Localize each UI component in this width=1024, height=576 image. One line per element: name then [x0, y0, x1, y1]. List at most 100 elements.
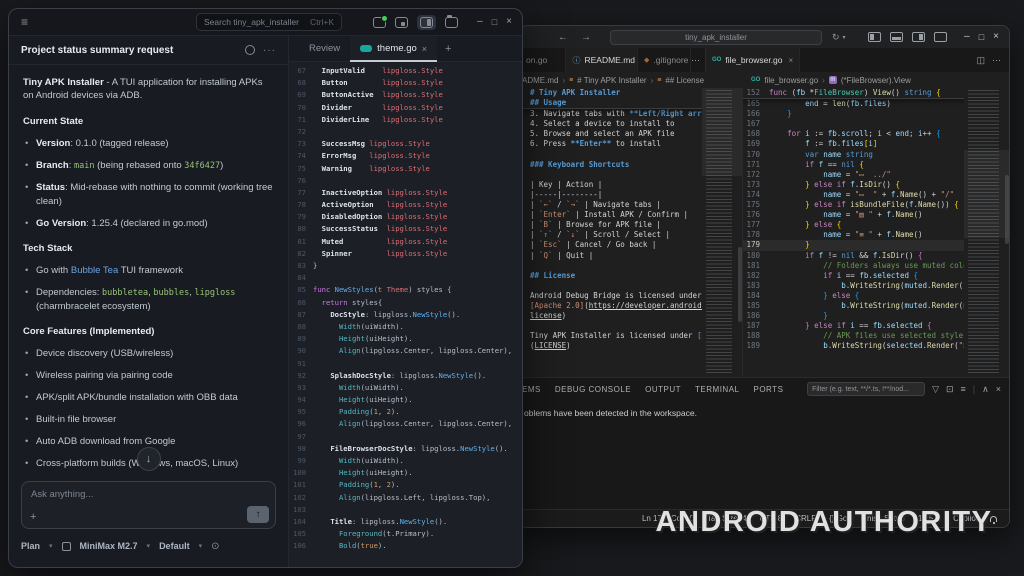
line-number: 171	[743, 160, 769, 170]
profile-selector[interactable]: Default	[159, 541, 190, 551]
problems-filter-input[interactable]: Filter (e.g. text, **/*.ts, !**/nod...	[807, 382, 925, 396]
breadcrumb-file[interactable]: ADME.md	[522, 76, 558, 85]
tab-theme-go[interactable]: theme.go ×	[350, 36, 437, 61]
scrollbar-thumb[interactable]	[1005, 175, 1009, 244]
scrollbar-thumb[interactable]	[738, 247, 742, 322]
maximize-button[interactable]: □	[979, 33, 984, 42]
tab-label: README.md	[584, 55, 635, 65]
close-tab-icon[interactable]: ×	[789, 56, 794, 65]
thread-status-icon[interactable]	[245, 45, 255, 55]
command-center-search[interactable]: tiny_apk_installer	[610, 30, 822, 45]
line-number: 90	[289, 345, 313, 357]
line-number: 170	[743, 150, 769, 160]
line-number: 83	[289, 260, 313, 272]
chevron-down-icon[interactable]: ▾	[843, 34, 846, 41]
panel-tab[interactable]: DEBUG CONSOLE	[555, 385, 631, 394]
line-number: 186	[743, 311, 769, 321]
close-button[interactable]: ×	[993, 32, 999, 42]
back-icon[interactable]: ←	[558, 32, 568, 43]
breadcrumb-symbol[interactable]: (*FileBrowser).View	[841, 76, 911, 85]
minimize-button[interactable]: –	[964, 32, 970, 42]
refresh-icon[interactable]: ↻	[832, 32, 840, 43]
chat-paragraph: APK/split APK/bundle installation with O…	[23, 391, 274, 404]
minimap-slider[interactable]	[702, 88, 742, 176]
view-as-table-icon[interactable]: ⊡	[946, 384, 954, 395]
breadcrumb-file[interactable]: file_browser.go	[764, 76, 818, 85]
tab-gitignore[interactable]: ◆ .gitignore	[638, 48, 691, 72]
split-editor-icon[interactable]: ◫	[976, 55, 985, 66]
minimap[interactable]	[702, 88, 742, 377]
filter-icon[interactable]: ▽	[932, 384, 939, 395]
code-line: 70 Divider lipgloss.Style	[289, 102, 522, 114]
tab-on-go[interactable]: on.go	[520, 48, 566, 72]
breadcrumb-section[interactable]: ## License	[665, 76, 704, 85]
line-number: 152	[743, 88, 769, 98]
minimize-button[interactable]: –	[477, 17, 483, 27]
chevron-down-icon: ▾	[199, 542, 203, 550]
panel-tab[interactable]: TERMINAL	[695, 385, 739, 394]
line-number: 101	[289, 479, 313, 491]
maximize-panel-icon[interactable]: ∧	[982, 384, 989, 395]
line-number: 175	[743, 200, 769, 210]
close-button[interactable]: ×	[506, 17, 512, 27]
more-actions-icon[interactable]: ⋯	[992, 55, 1001, 66]
panel-tab[interactable]: OUTPUT	[645, 385, 681, 394]
model-selector[interactable]: MiniMax M2.7	[80, 541, 138, 551]
line-number: 179	[743, 240, 769, 250]
go-editor-pane[interactable]: 152func (fb *FileBrowser) View() string …	[743, 88, 1009, 377]
maximize-button[interactable]: □	[492, 18, 497, 27]
thread-menu-icon[interactable]: ···	[263, 45, 276, 56]
new-tab-icon[interactable]: +	[445, 43, 451, 55]
panel-tab[interactable]: EMS	[522, 385, 541, 394]
minimap-slider[interactable]	[964, 150, 1009, 238]
readme-editor-pane[interactable]: # Tiny APK Installer## Usage 3. Navigate…	[520, 88, 743, 377]
update-available-icon[interactable]	[373, 17, 386, 28]
tab-review[interactable]: Review	[299, 43, 350, 54]
tab-readme[interactable]: ⓘ README.md ×	[566, 48, 638, 72]
tab-file-browser-go[interactable]: GO file_browser.go ×	[706, 48, 800, 72]
thinking-effort-icon[interactable]: ⊙	[211, 541, 219, 552]
toggle-right-dock-button[interactable]	[417, 15, 436, 30]
vscode-tab-bar: on.go ⓘ README.md × ◆ .gitignore ⋯ GO fi…	[520, 48, 1009, 72]
line-number: 97	[289, 431, 313, 443]
send-button[interactable]: ↑	[247, 506, 269, 523]
toggle-bottom-dock-icon[interactable]	[395, 17, 408, 28]
chat-paragraph: Branch: main (being rebased onto 34f6427…	[23, 159, 274, 173]
tab-overflow-icon[interactable]: ⋯	[691, 55, 705, 66]
tab-label: on.go	[526, 55, 547, 65]
line-number: 185	[743, 301, 769, 311]
zed-titlebar: ≡ Search tiny_apk_installer Ctrl+K – □ ×	[9, 9, 522, 36]
breadcrumb-section[interactable]: # Tiny APK Installer	[577, 76, 646, 85]
zed-tab-bar: Review theme.go × +	[289, 36, 522, 62]
app-menu-icon[interactable]: ≡	[21, 15, 28, 29]
scroll-to-bottom-button[interactable]: ↓	[137, 447, 161, 471]
forward-icon[interactable]: →	[581, 32, 591, 43]
close-tab-icon[interactable]: ×	[422, 44, 427, 54]
code-line: 95 Padding(1, 2).	[289, 406, 522, 418]
code-line: 67 InputValid lipgloss.Style	[289, 65, 522, 77]
add-context-icon[interactable]: +	[30, 511, 36, 523]
project-search-button[interactable]: Search tiny_apk_installer Ctrl+K	[196, 13, 342, 31]
minimap[interactable]	[964, 88, 1009, 377]
chat-paragraph: Go with Bubble Tea TUI framework	[23, 264, 274, 277]
toggle-secondary-sidebar-icon[interactable]	[912, 32, 925, 42]
line-number: 105	[289, 528, 313, 540]
chat-input[interactable]: Ask anything... + ↑	[21, 481, 276, 529]
collapse-all-icon[interactable]: ≡	[961, 384, 966, 394]
agent-panel: Project status summary request ··· Tiny …	[9, 36, 289, 567]
customize-layout-icon[interactable]	[934, 32, 947, 42]
line-number: 183	[743, 281, 769, 291]
project-panel-icon[interactable]	[445, 17, 458, 28]
toggle-sidebar-icon[interactable]	[868, 32, 881, 42]
panel-tab[interactable]: PORTS	[753, 385, 783, 394]
close-panel-icon[interactable]: ×	[996, 384, 1001, 394]
toggle-panel-icon[interactable]	[890, 32, 903, 42]
theme-go-editor[interactable]: 67 InputValid lipgloss.Style68 Button li…	[289, 62, 522, 567]
code-line: 96 Align(lipgloss.Center, lipgloss.Cente…	[289, 418, 522, 430]
thread-title[interactable]: Project status summary request	[21, 45, 237, 56]
minimax-logo-icon	[62, 542, 71, 551]
code-line: 68 Button lipgloss.Style	[289, 77, 522, 89]
chat-messages[interactable]: Tiny APK Installer - A TUI application f…	[9, 65, 288, 481]
mode-selector[interactable]: Plan	[21, 541, 40, 551]
line-number: 104	[289, 516, 313, 528]
